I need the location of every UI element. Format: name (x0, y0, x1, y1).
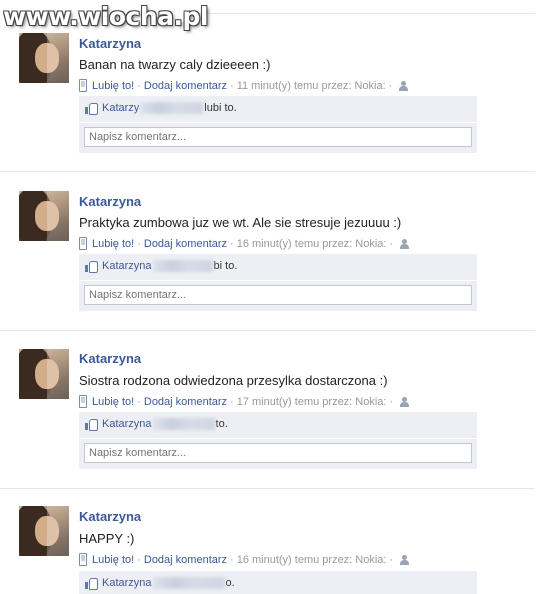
comment-input[interactable] (84, 285, 472, 305)
story-message: Praktyka zumbowa juz we wt. Ale sie stre… (79, 215, 402, 230)
story-author[interactable]: Katarzyna (79, 351, 141, 366)
likes-suffix: lubi to. (204, 102, 237, 114)
story-message: Siostra rodzona odwiedzona przesylka dos… (79, 373, 388, 388)
liker-name[interactable]: Katarzy (102, 102, 139, 114)
watermark-logo: www.wiocha.pl (3, 2, 208, 31)
thumbs-up-icon (85, 102, 98, 115)
story-author[interactable]: Katarzyna (79, 194, 141, 209)
blurred-name (152, 260, 213, 272)
comment-button[interactable]: Dodaj komentarz (144, 238, 227, 250)
thumbs-up-icon (85, 577, 98, 590)
story-message: HAPPY :) (79, 531, 135, 546)
likes-sentence: Katarzyna o. (85, 577, 235, 590)
like-button[interactable]: Lubię to! (92, 238, 134, 250)
avatar[interactable] (19, 349, 69, 399)
feedback-box: Katarzyna o. (79, 571, 477, 594)
comment-button[interactable]: Dodaj komentarz (144, 396, 227, 408)
mobile-icon (79, 553, 87, 566)
blurred-name (152, 577, 225, 589)
story-meta: Lubię to! · Dodaj komentarz · 17 minut(y… (79, 395, 410, 408)
story-divider (0, 330, 535, 331)
blurred-name (152, 418, 215, 430)
comment-input[interactable] (84, 127, 472, 147)
story-author[interactable]: Katarzyna (79, 509, 141, 524)
like-button[interactable]: Lubię to! (92, 554, 134, 566)
liker-name[interactable]: Katarzyna (102, 418, 152, 430)
feedback-box: Katarzyna to. (79, 412, 477, 469)
top-divider (195, 13, 535, 14)
likes-suffix: o. (225, 577, 235, 589)
feedback-box: Katarzy lubi to. (79, 96, 477, 153)
thumbs-up-icon (85, 260, 98, 273)
audience-icon[interactable] (400, 554, 410, 565)
mobile-icon (79, 395, 87, 408)
avatar[interactable] (19, 33, 69, 83)
story-author[interactable]: Katarzyna (79, 36, 141, 51)
like-button[interactable]: Lubię to! (92, 80, 134, 92)
mobile-icon (79, 237, 87, 250)
story-meta: Lubię to! · Dodaj komentarz · 16 minut(y… (79, 237, 410, 250)
avatar[interactable] (19, 191, 69, 241)
liker-name[interactable]: Katarzyna (102, 260, 152, 272)
likes-sentence: Katarzyna bi to. (85, 260, 238, 273)
timestamp[interactable]: 17 minut(y) temu przez: Nokia: (237, 396, 387, 408)
feedback-box: Katarzyna bi to. (79, 254, 477, 311)
story-divider (0, 171, 535, 172)
story-divider (0, 488, 535, 489)
story-message: Banan na twarzy caly dzieeeen :) (79, 57, 271, 72)
likes-suffix: bi to. (213, 260, 238, 272)
comment-button[interactable]: Dodaj komentarz (144, 554, 227, 566)
audience-icon[interactable] (400, 238, 410, 249)
blurred-name (140, 102, 204, 114)
audience-icon[interactable] (399, 80, 409, 91)
thumbs-up-icon (85, 418, 98, 431)
story-meta: Lubię to! · Dodaj komentarz · 11 minut(y… (79, 79, 409, 92)
mobile-icon (79, 79, 87, 92)
likes-sentence: Katarzy lubi to. (85, 102, 237, 115)
like-button[interactable]: Lubię to! (92, 396, 134, 408)
liker-name[interactable]: Katarzyna (102, 577, 152, 589)
comment-input[interactable] (84, 443, 472, 463)
likes-suffix: to. (215, 418, 228, 430)
timestamp[interactable]: 16 minut(y) temu przez: Nokia: (237, 554, 387, 566)
timestamp[interactable]: 11 minut(y) temu przez: Nokia: (237, 80, 386, 92)
likes-sentence: Katarzyna to. (85, 418, 228, 431)
timestamp[interactable]: 16 minut(y) temu przez: Nokia: (237, 238, 387, 250)
comment-button[interactable]: Dodaj komentarz (144, 80, 227, 92)
audience-icon[interactable] (400, 396, 410, 407)
avatar[interactable] (19, 506, 69, 556)
story-meta: Lubię to! · Dodaj komentarz · 16 minut(y… (79, 553, 410, 566)
